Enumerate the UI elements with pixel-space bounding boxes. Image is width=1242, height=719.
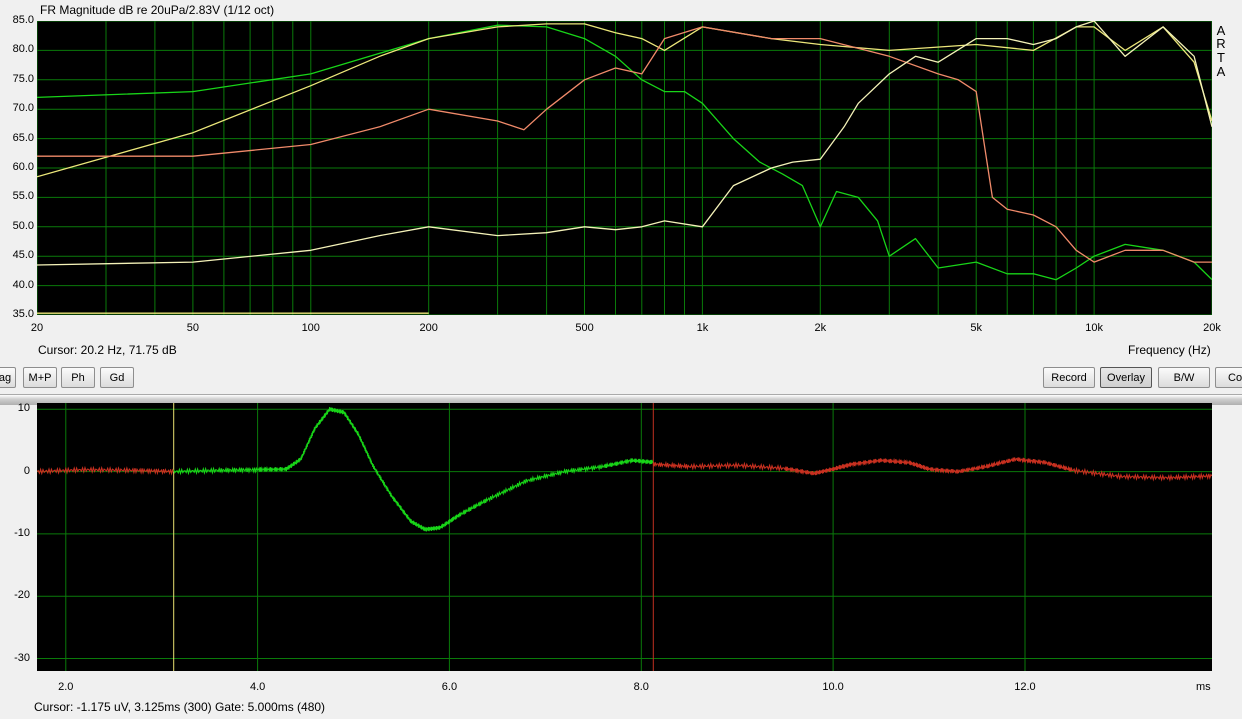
fr-x-tick-label: 20k <box>1203 322 1221 334</box>
fr-x-tick-label: 100 <box>301 322 320 334</box>
overlay-button[interactable]: Overlay <box>1100 367 1152 388</box>
impulse-plot-background <box>37 403 1212 671</box>
impulse-x-tick-label: 6.0 <box>441 681 458 693</box>
fr-cursor-readout: Cursor: 20.2 Hz, 71.75 dB <box>38 343 177 357</box>
fr-x-tick-label: 1k <box>696 322 709 334</box>
impulse-x-tick-label: 2.0 <box>58 681 74 693</box>
impulse-x-tick-label: 12.0 <box>1014 681 1036 693</box>
fr-y-tick-label: 45.0 <box>12 249 34 262</box>
mag-button[interactable]: ag <box>0 367 16 388</box>
impulse-plot-area[interactable] <box>37 403 1212 671</box>
impulse-x-tick-label: 8.0 <box>633 681 649 693</box>
phase-button[interactable]: Ph <box>61 367 95 388</box>
impulse-y-tick-label: -10 <box>14 526 30 539</box>
fr-y-tick-label: 40.0 <box>12 278 34 291</box>
arta-letter: T <box>1217 50 1225 65</box>
mp-button[interactable]: M+P <box>23 367 57 388</box>
impulse-x-tick-label: 10.0 <box>822 681 844 693</box>
impulse-cursor-readout: Cursor: -1.175 uV, 3.125ms (300) Gate: 5… <box>34 700 326 714</box>
impulse-y-tick-label: -20 <box>14 589 30 602</box>
arta-letter: R <box>1216 36 1226 51</box>
fr-y-tick-label: 75.0 <box>12 72 34 85</box>
record-button[interactable]: Record <box>1043 367 1095 388</box>
fr-chart-title: FR Magnitude dB re 20uPa/2.83V (1/12 oct… <box>40 3 275 17</box>
arta-letter: A <box>1216 64 1226 79</box>
fr-y-tick-label: 35.0 <box>12 308 34 320</box>
fr-y-tick-label: 85.0 <box>12 14 34 26</box>
fr-plot-area[interactable] <box>37 21 1212 315</box>
fr-y-tick-label: 65.0 <box>12 131 34 144</box>
fr-x-tick-label: 500 <box>575 322 594 334</box>
impulse-y-tick-label: -30 <box>14 651 30 664</box>
fr-x-axis-label: Frequency (Hz) <box>1128 343 1211 357</box>
impulse-x-tick-label: 4.0 <box>249 681 266 693</box>
color-button[interactable]: Co <box>1215 367 1242 388</box>
fr-x-tick-label: 10k <box>1085 322 1103 334</box>
fr-x-tick-label: 2k <box>814 322 827 334</box>
group-delay-button[interactable]: Gd <box>100 367 134 388</box>
fr-y-tick-label: 55.0 <box>12 190 34 203</box>
impulse-y-tick-label: 0 <box>23 464 30 477</box>
fr-x-tick-label: 200 <box>419 322 438 334</box>
fr-x-tick-label: 20 <box>30 322 44 334</box>
fr-x-tick-label: 50 <box>186 322 199 334</box>
fr-y-tick-label: 60.0 <box>12 161 34 173</box>
fr-y-tick-label: 80.0 <box>12 43 34 56</box>
bw-button[interactable]: B/W <box>1158 367 1210 388</box>
impulse-y-tick-label: 10 <box>17 402 30 415</box>
fr-y-tick-label: 50.0 <box>12 219 34 232</box>
impulse-x-unit: ms <box>1196 681 1211 693</box>
fr-x-tick-label: 5k <box>970 322 982 334</box>
fr-y-tick-label: 70.0 <box>12 102 34 115</box>
